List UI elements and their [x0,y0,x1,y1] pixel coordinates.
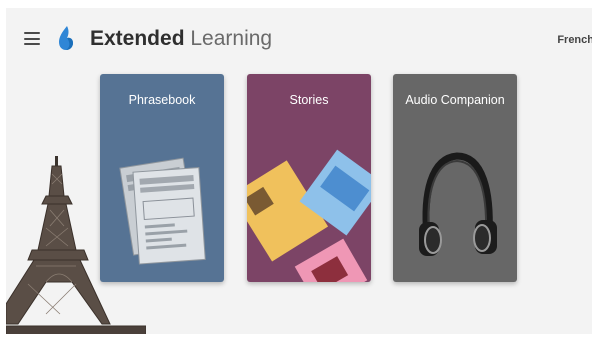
stories-card[interactable]: Stories [247,74,371,282]
card-title-phrasebook: Phrasebook [128,93,196,107]
app-title-bold: Extended [90,27,185,50]
droplet-logo-icon [59,26,73,50]
card-title-audio-companion: Audio Companion [405,93,505,107]
app-title: Extended Learning [90,27,272,51]
language-selector[interactable]: French [557,34,592,46]
eiffel-tower-image [6,156,146,334]
card-title-stories: Stories [289,93,329,107]
app-title-light: Learning [190,27,273,50]
header: Extended Learning French [6,8,592,68]
hamburger-menu-icon[interactable] [24,32,40,45]
audio-companion-card[interactable]: Audio Companion [393,74,517,282]
app-window: Extended Learning French Phrasebook Stor… [6,8,592,334]
